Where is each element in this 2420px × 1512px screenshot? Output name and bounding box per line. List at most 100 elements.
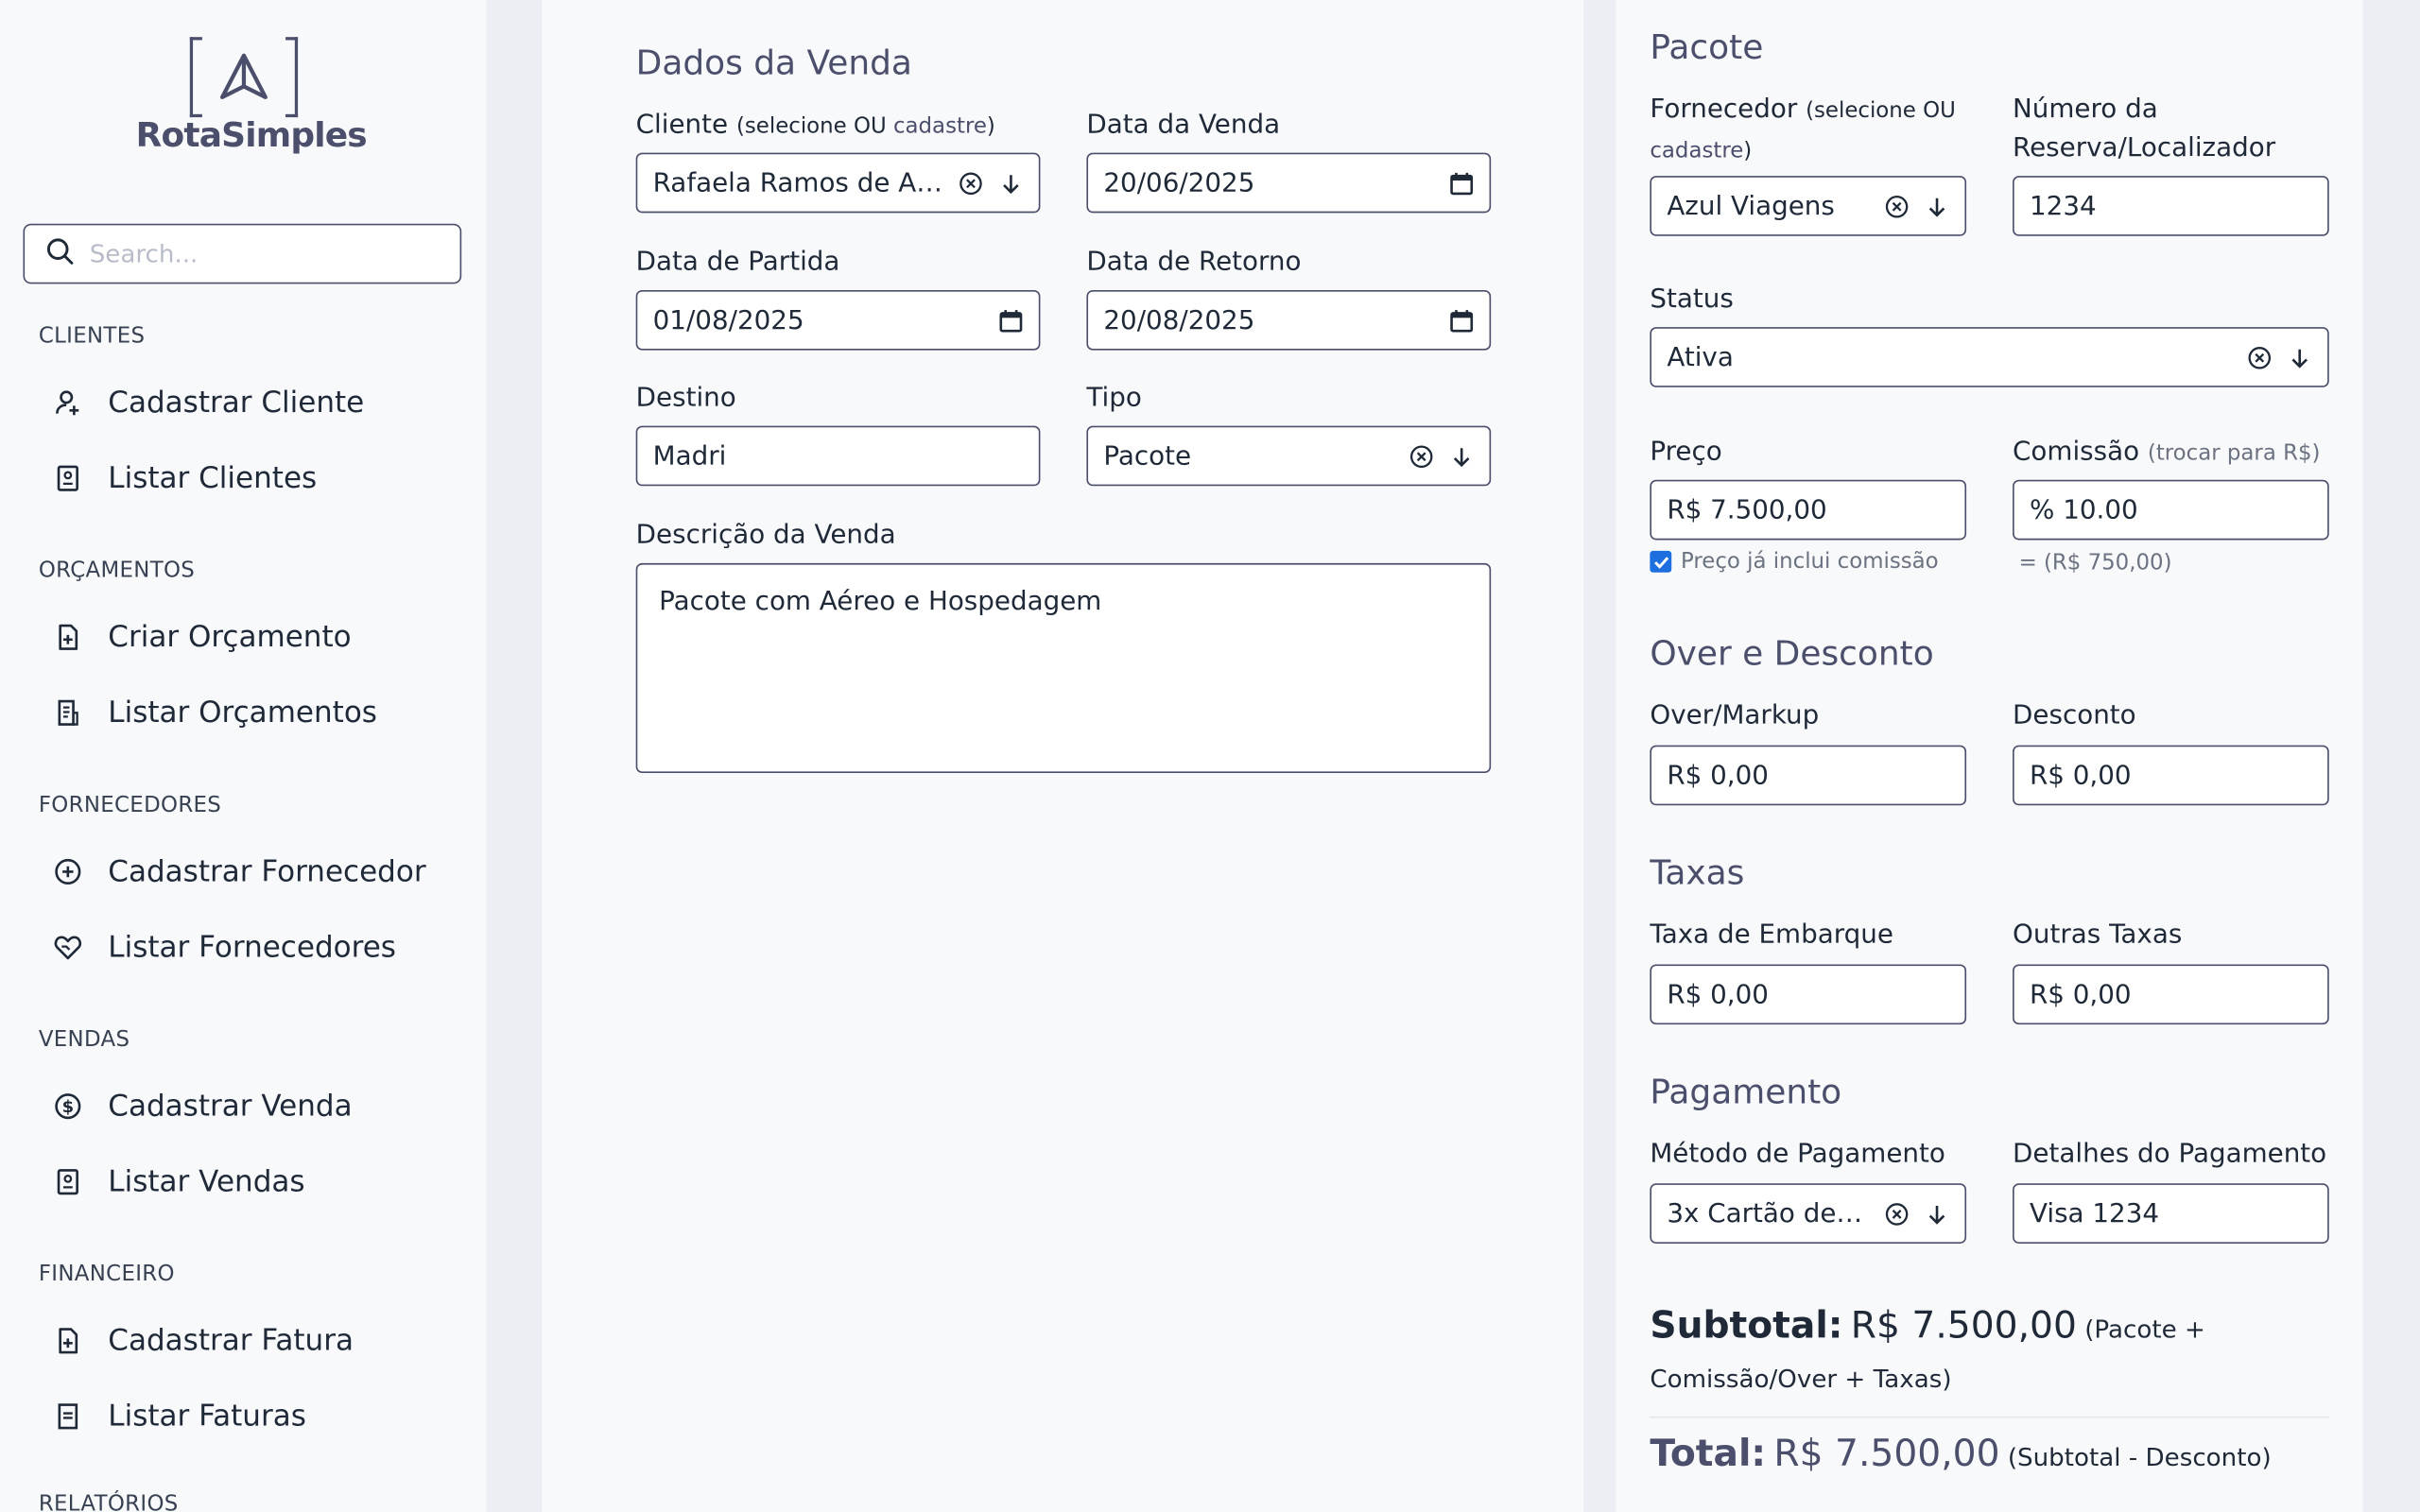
preco-input[interactable]: R$ 7.500,00 <box>1650 479 1967 541</box>
preco-value: R$ 7.500,00 <box>1667 494 1827 525</box>
calendar-icon[interactable] <box>1449 308 1474 333</box>
nav-item-listar-orcamentos[interactable]: Listar Orçamentos <box>53 696 377 730</box>
brand-logo[interactable]: RotaSimples <box>136 34 368 156</box>
subtotal-note-1: (Pacote + <box>2084 1314 2205 1345</box>
outras-taxas-input[interactable]: R$ 0,00 <box>2013 964 2329 1025</box>
nav-item-cadastrar-fornecedor[interactable]: Cadastrar Fornecedor <box>53 854 426 889</box>
nav-item-label: Cadastrar Venda <box>108 1089 353 1124</box>
fornecedor-select[interactable]: Azul Viagens <box>1650 176 1967 236</box>
detalhes-label: Detalhes do Pagamento <box>2013 1138 2327 1170</box>
detalhes-input[interactable]: Visa 1234 <box>2013 1183 2329 1244</box>
arrow-down-icon[interactable] <box>1925 194 1949 218</box>
sale-data-panel: Dados da Venda Cliente (selecione OU cad… <box>542 0 1584 1512</box>
reserva-input[interactable]: 1234 <box>2013 176 2329 236</box>
search-icon <box>46 237 74 271</box>
arrow-down-icon[interactable] <box>1449 443 1474 468</box>
total-note: (Subtotal - Desconto) <box>2007 1442 2272 1472</box>
clear-icon[interactable] <box>1885 1201 1910 1226</box>
comissao-label: Comissão (trocar para R$) <box>2013 437 2321 468</box>
fornecedor-label: Fornecedor (selecione OU cadastre) <box>1650 94 1956 164</box>
clear-icon[interactable] <box>2247 345 2272 369</box>
package-panel: Pacote Fornecedor (selecione OU cadastre… <box>1616 0 2363 1512</box>
metodo-value: 3x Cartão de C... <box>1667 1197 1870 1229</box>
nav-item-label: Listar Clientes <box>108 461 318 496</box>
file-list-icon <box>53 697 84 729</box>
nav-item-label: Listar Orçamentos <box>108 696 377 730</box>
status-select[interactable]: Ativa <box>1650 327 2329 387</box>
nav-item-cadastrar-fatura[interactable]: Cadastrar Fatura <box>53 1324 354 1358</box>
calendar-icon[interactable] <box>998 308 1023 333</box>
nav-item-listar-clientes[interactable]: Listar Clientes <box>53 461 318 496</box>
subtotal-note-2: Comissão/Over + Taxas) <box>1650 1364 1952 1394</box>
cliente-label: Cliente (selecione OU cadastre) <box>635 109 995 141</box>
arrow-down-icon[interactable] <box>2288 345 2312 369</box>
document-icon <box>53 1400 84 1432</box>
sidebar: RotaSimples CLIENTES Cadastrar Cliente L… <box>0 0 487 1512</box>
outras-taxas-label: Outras Taxas <box>2013 919 2183 951</box>
checkbox-checked-icon[interactable] <box>1650 550 1672 573</box>
over-input[interactable]: R$ 0,00 <box>1650 745 1967 806</box>
preco-inclui-comissao-checkbox[interactable]: Preço já inclui comissão <box>1650 549 1939 574</box>
descricao-textarea[interactable]: Pacote com Aéreo e Hospedagem <box>635 562 1492 773</box>
file-add-icon <box>53 622 84 653</box>
calendar-icon[interactable] <box>1449 170 1474 195</box>
nav-item-listar-vendas[interactable]: Listar Vendas <box>53 1165 305 1199</box>
fornecedor-value: Azul Viagens <box>1667 190 1835 222</box>
clear-icon[interactable] <box>1885 194 1910 218</box>
over-value: R$ 0,00 <box>1667 760 1769 791</box>
metodo-select[interactable]: 3x Cartão de C... <box>1650 1183 1967 1244</box>
cliente-value: Rafaela Ramos de An... <box>652 167 943 198</box>
embarque-input[interactable]: R$ 0,00 <box>1650 964 1967 1025</box>
destino-input[interactable]: Madri <box>635 425 1041 487</box>
cadastre-link[interactable]: cadastre <box>893 114 987 139</box>
subtotal-label: Subtotal: <box>1650 1303 1843 1348</box>
desconto-label: Desconto <box>2013 700 2136 731</box>
descricao-label: Descrição da Venda <box>635 520 896 551</box>
status-label: Status <box>1650 284 1734 316</box>
nav-item-criar-orcamento[interactable]: Criar Orçamento <box>53 620 352 654</box>
cadastre-link[interactable]: cadastre <box>1650 139 1743 163</box>
tipo-label: Tipo <box>1086 382 1142 414</box>
search-input[interactable] <box>89 239 429 269</box>
dollar-circle-icon: $ <box>53 1091 84 1122</box>
arrow-down-icon[interactable] <box>998 170 1023 195</box>
over-label: Over/Markup <box>1650 700 1820 731</box>
status-value: Ativa <box>1667 341 1734 373</box>
nav-item-listar-faturas[interactable]: Listar Faturas <box>53 1400 306 1434</box>
comissao-toggle-link[interactable]: (trocar para R$) <box>2148 441 2321 466</box>
subtotal-value: R$ 7.500,00 <box>1850 1303 2077 1348</box>
outras-taxas-value: R$ 0,00 <box>2030 978 2132 1010</box>
total: Total: R$ 7.500,00 (Subtotal - Desconto) <box>1650 1432 2360 1475</box>
nav-item-label: Cadastrar Fatura <box>108 1323 354 1358</box>
user-add-icon <box>53 387 84 419</box>
detalhes-value: Visa 1234 <box>2030 1197 2160 1229</box>
data-venda-input[interactable]: 20/06/2025 <box>1086 152 1492 214</box>
nav-item-label: Listar Faturas <box>108 1399 306 1434</box>
comissao-calculated: = (R$ 750,00) <box>2018 550 2172 576</box>
search-box[interactable] <box>23 223 462 284</box>
nav-item-cadastrar-cliente[interactable]: Cadastrar Cliente <box>53 386 364 420</box>
nav-item-listar-fornecedores[interactable]: Listar Fornecedores <box>53 931 396 964</box>
nav-item-cadastrar-venda[interactable]: $ Cadastrar Venda <box>53 1090 353 1124</box>
cliente-select[interactable]: Rafaela Ramos de An... <box>635 152 1041 214</box>
nav-section-vendas: VENDAS <box>38 1027 130 1053</box>
embarque-value: R$ 0,00 <box>1667 978 1769 1010</box>
arrow-down-icon[interactable] <box>1925 1201 1949 1226</box>
data-partida-input[interactable]: 01/08/2025 <box>635 289 1041 351</box>
data-retorno-input[interactable]: 20/08/2025 <box>1086 289 1492 351</box>
data-partida-value: 01/08/2025 <box>652 304 804 336</box>
total-label: Total: <box>1650 1432 1767 1475</box>
data-venda-label: Data da Venda <box>1086 109 1281 141</box>
comissao-input[interactable]: % 10.00 <box>2013 479 2329 541</box>
clear-icon[interactable] <box>959 170 983 195</box>
nav-section-relatorios: RELATÓRIOS <box>38 1491 179 1512</box>
clear-icon[interactable] <box>1409 443 1434 468</box>
desconto-value: R$ 0,00 <box>2030 760 2132 791</box>
desconto-input[interactable]: R$ 0,00 <box>2013 745 2329 806</box>
data-retorno-label: Data de Retorno <box>1086 247 1302 278</box>
nav-item-label: Cadastrar Fornecedor <box>108 854 426 889</box>
tipo-select[interactable]: Pacote <box>1086 425 1492 487</box>
reserva-value: 1234 <box>2030 190 2097 222</box>
contact-list-icon <box>53 463 84 494</box>
logo-mark-icon <box>189 34 299 120</box>
